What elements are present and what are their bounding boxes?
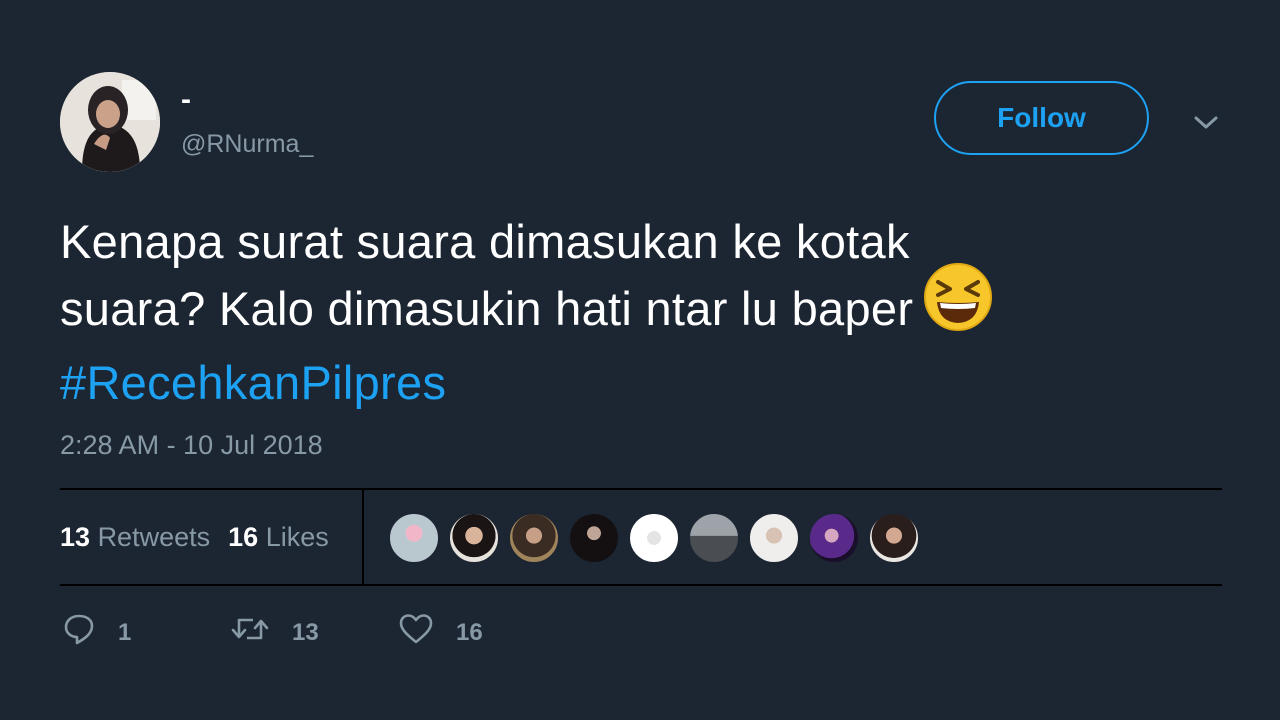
liker-avatar[interactable] [748, 512, 800, 564]
liker-avatar[interactable] [688, 512, 740, 564]
retweets-stat[interactable]: 13 Retweets [60, 522, 210, 552]
grinning-squinting-face-icon [923, 262, 993, 349]
reply-icon [62, 612, 96, 653]
tweet-text-line-2-text: suara? Kalo dimasukin hati ntar lu baper [60, 282, 914, 335]
likes-count: 16 [228, 522, 259, 552]
retweet-button[interactable]: 13 [230, 612, 398, 653]
like-count: 16 [456, 618, 483, 646]
tweet-stats: 13 Retweets 16 Likes [60, 519, 329, 555]
follow-button[interactable]: Follow [934, 81, 1149, 155]
tweet-text: Kenapa surat suara dimasukan ke kotak su… [60, 208, 1200, 416]
divider-bottom [60, 584, 1222, 586]
retweets-count: 13 [60, 522, 91, 552]
retweet-icon [230, 612, 270, 653]
liker-avatar[interactable] [568, 512, 620, 564]
like-button[interactable]: 16 [398, 612, 483, 653]
divider-top [60, 488, 1222, 490]
tweet-text-line-2: suara? Kalo dimasukin hati ntar lu baper [60, 263, 1200, 349]
liker-avatar[interactable] [808, 512, 860, 564]
tweet-timestamp[interactable]: 2:28 AM - 10 Jul 2018 [60, 428, 323, 462]
retweet-count: 13 [292, 618, 319, 646]
tweet-card: - @RNurma_ Follow Kenapa surat suara dim… [0, 0, 1280, 720]
heart-icon [398, 612, 434, 653]
avatar[interactable] [60, 72, 160, 172]
liker-avatars [388, 512, 928, 564]
liker-avatar[interactable] [448, 512, 500, 564]
chevron-down-icon[interactable] [1188, 108, 1224, 138]
user-handle[interactable]: @RNurma_ [181, 128, 313, 160]
liker-avatar[interactable] [628, 512, 680, 564]
likes-label: Likes [265, 522, 329, 552]
liker-avatar[interactable] [388, 512, 440, 564]
retweets-label: Retweets [97, 522, 211, 552]
stats-separator [362, 490, 364, 584]
liker-avatar[interactable] [508, 512, 560, 564]
display-name[interactable]: - [181, 80, 191, 120]
tweet-text-line-1: Kenapa surat suara dimasukan ke kotak [60, 215, 910, 268]
reply-count: 1 [118, 618, 132, 646]
likes-stat[interactable]: 16 Likes [228, 522, 329, 552]
tweet-actions: 1 13 16 [62, 612, 483, 653]
reply-button[interactable]: 1 [62, 612, 230, 653]
liker-avatar[interactable] [868, 512, 920, 564]
hashtag-link[interactable]: #RecehkanPilpres [60, 349, 1200, 416]
